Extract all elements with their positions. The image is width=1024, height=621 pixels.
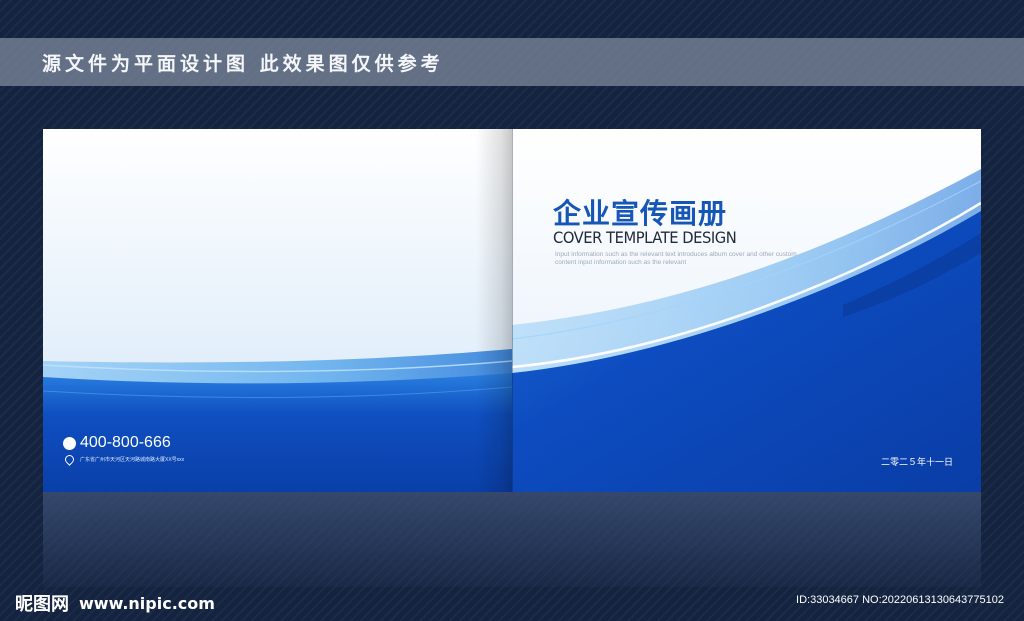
phone-number: 400-800-666: [80, 434, 171, 451]
cover-title-en: COVER TEMPLATE DESIGN: [553, 228, 737, 247]
spine-shadow: [476, 129, 512, 492]
cover-reflection: [43, 492, 981, 587]
phone-bullet-icon: [63, 436, 76, 450]
notice-banner: 源文件为平面设计图 此效果图仅供参考: [0, 38, 1024, 86]
cover-description: Input information such as the relevant t…: [555, 251, 797, 266]
notice-text: 源文件为平面设计图 此效果图仅供参考: [42, 53, 444, 75]
address-row: 广东省广州市天河区天河路城南路大厦XX号xxx: [63, 453, 185, 466]
watermark-left: 昵图网 www.nipic.com: [15, 590, 215, 616]
watermark-brand: 昵图网: [15, 594, 69, 615]
cover-date: 二零二５年十一日: [881, 458, 954, 468]
watermark-url: www.nipic.com: [79, 593, 215, 613]
brochure-cover: 企业宣传画册 COVER TEMPLATE DESIGN Input infor…: [43, 129, 981, 492]
cover-title-cn: 企业宣传画册: [553, 197, 728, 230]
spine-fold: [512, 129, 513, 492]
address-text: 广东省广州市天河区天河路城南路大厦XX号xxx: [80, 457, 185, 463]
location-pin-icon: [63, 453, 76, 466]
phone-row: 400-800-666: [63, 434, 171, 452]
watermark-id: ID:33034667 NO:20220613130643775102: [796, 594, 1004, 606]
preview-stage: 源文件为平面设计图 此效果图仅供参考 企业宣传画册 COVER TEMPLATE…: [0, 0, 1024, 621]
